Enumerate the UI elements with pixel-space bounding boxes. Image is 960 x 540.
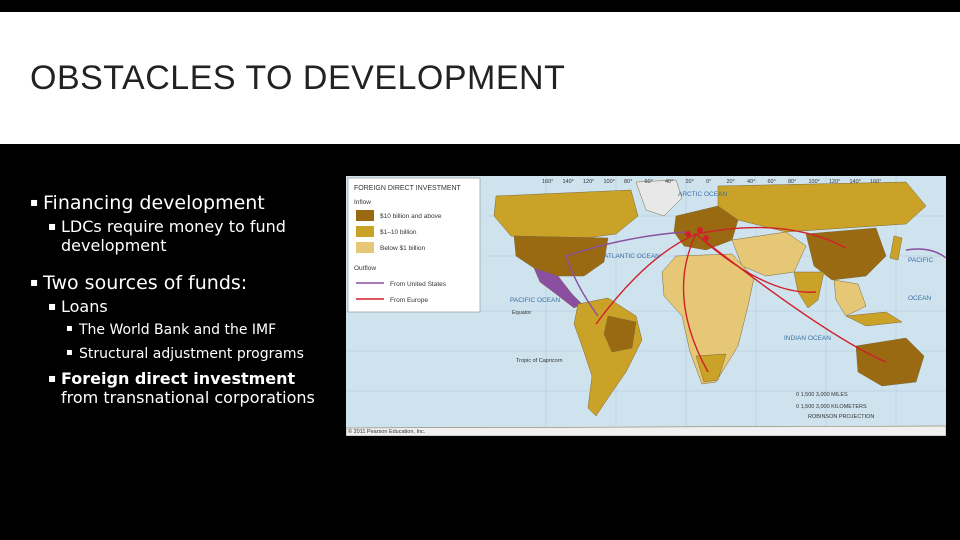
bullet-marker: ▪ — [66, 323, 73, 334]
bullet-marker: ▪ — [48, 299, 57, 313]
pacific-east-label: PACIFIC — [908, 257, 933, 264]
legend-item-low: Below $1 billion — [380, 245, 426, 252]
bullet-text: Foreign direct investment from transnati… — [48, 369, 328, 407]
bullet-structural: ▪ Structural adjustment programs — [66, 346, 304, 363]
longitude-tick: 80° — [788, 179, 796, 185]
legend-item-us: From United States — [390, 281, 447, 288]
bullet-marker: ▪ — [66, 347, 73, 358]
bullet-text: LDCs require money to fund development — [61, 217, 286, 256]
bullet-world-bank: ▪ The World Bank and the IMF — [66, 322, 276, 339]
bullet-loans: ▪ Loans — [48, 297, 108, 316]
copyright-label: © 2011 Pearson Education, Inc. — [348, 428, 426, 435]
longitude-tick: 100° — [604, 179, 615, 185]
scale-miles: 0 1,500 3,000 MILES — [796, 392, 848, 398]
longitude-tick: 60° — [645, 179, 653, 185]
scale-km: 0 1,500 3,000 KILOMETERS — [796, 404, 867, 410]
legend-swatch-mid — [356, 226, 374, 237]
longitude-tick: 160° — [542, 179, 553, 185]
origin-marker — [685, 231, 691, 237]
longitude-tick: 120° — [829, 179, 840, 185]
bullet-text: Financing development — [43, 192, 265, 214]
legend-outflow-label: Outflow — [354, 265, 376, 272]
bullet-text: Structural adjustment programs — [79, 346, 304, 362]
longitude-tick: 80° — [624, 179, 632, 185]
projection-label: ROBINSON PROJECTION — [808, 414, 874, 420]
legend-item-europe: From Europe — [390, 297, 428, 304]
longitude-tick: 160° — [870, 179, 881, 185]
origin-marker — [697, 227, 703, 233]
longitude-tick: 40° — [747, 179, 755, 185]
bullet-two-sources: ▪ Two sources of funds: — [30, 272, 247, 295]
equator-label: Equator — [512, 310, 531, 316]
arctic-ocean-label: ARCTIC OCEAN — [678, 191, 727, 198]
ocean-east-label: OCEAN — [908, 295, 931, 302]
longitude-tick: 40° — [665, 179, 673, 185]
fdi-rest-text: from transnational corporations — [61, 388, 315, 408]
fdi-world-map: FOREIGN DIRECT INVESTMENT Inflow $10 bil… — [346, 176, 946, 436]
slide-title: OBSTACLES TO DEVELOPMENT — [30, 59, 566, 97]
legend-item-high: $10 billion and above — [380, 213, 442, 220]
bullet-financing: ▪ Financing development — [30, 192, 265, 215]
bullet-marker: ▪ — [48, 371, 57, 385]
bullet-text: Loans — [61, 297, 108, 316]
legend-swatch-low — [356, 242, 374, 253]
longitude-tick: 20° — [686, 179, 694, 185]
fdi-bold-text: Foreign direct investment — [61, 369, 296, 388]
legend-swatch-high — [356, 210, 374, 221]
legend-title: FOREIGN DIRECT INVESTMENT — [354, 185, 462, 192]
canada-shape — [493, 189, 639, 241]
longitude-tick: 0° — [706, 179, 711, 185]
bullet-marker: ▪ — [30, 195, 39, 209]
bullet-ldcs: ▪ LDCs require money to fund development — [48, 217, 308, 255]
antarctica-shape — [346, 425, 946, 436]
longitude-tick: 60° — [768, 179, 776, 185]
pacific-ocean-west-label: PACIFIC OCEAN — [510, 297, 560, 304]
longitude-tick: 100° — [809, 179, 820, 185]
bullet-marker: ▪ — [30, 275, 39, 289]
origin-marker — [703, 235, 709, 241]
bullet-text: Two sources of funds: — [43, 272, 248, 294]
title-bar: OBSTACLES TO DEVELOPMENT — [0, 12, 960, 144]
longitude-tick: 20° — [727, 179, 735, 185]
longitude-tick: 120° — [583, 179, 594, 185]
bullet-fdi: ▪ Foreign direct investment from transna… — [48, 369, 328, 407]
legend-inflow-label: Inflow — [354, 199, 371, 206]
longitude-tick: 140° — [563, 179, 574, 185]
bullet-text: The World Bank and the IMF — [79, 322, 277, 338]
top-bar — [0, 0, 960, 12]
longitude-tick: 140° — [850, 179, 861, 185]
legend-item-mid: $1–10 billion — [380, 229, 417, 236]
atlantic-ocean-label: ATLANTIC OCEAN — [604, 253, 660, 260]
capricorn-label: Tropic of Capricorn — [516, 358, 563, 364]
bullet-marker: ▪ — [48, 219, 57, 233]
map-legend: FOREIGN DIRECT INVESTMENT Inflow $10 bil… — [347, 177, 481, 313]
indian-ocean-label: INDIAN OCEAN — [784, 335, 831, 342]
